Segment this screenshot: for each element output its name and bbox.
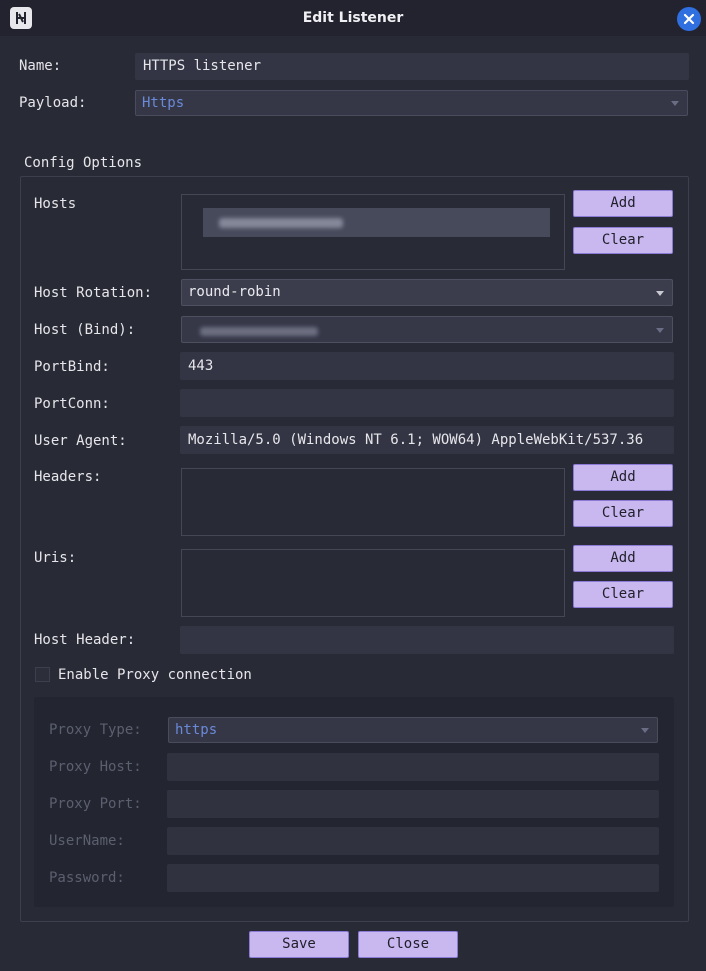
uris-add-button[interactable]: Add xyxy=(573,545,673,572)
port-conn-label: PortConn: xyxy=(34,396,110,412)
port-bind-input[interactable]: 443 xyxy=(180,352,674,380)
chevron-down-icon xyxy=(656,290,664,296)
close-window-button[interactable] xyxy=(677,7,701,31)
headers-label: Headers: xyxy=(34,469,102,485)
proxy-username-label: UserName: xyxy=(49,833,125,849)
host-bind-label: Host (Bind): xyxy=(34,322,136,338)
user-agent-label: User Agent: xyxy=(34,433,127,449)
uris-list[interactable] xyxy=(181,549,565,617)
host-header-input[interactable] xyxy=(180,626,674,654)
proxy-host-label: Proxy Host: xyxy=(49,759,142,775)
proxy-type-select[interactable]: https xyxy=(168,717,658,743)
proxy-port-label: Proxy Port: xyxy=(49,796,142,812)
host-header-label: Host Header: xyxy=(34,632,136,648)
proxy-type-selected-value: https xyxy=(175,722,218,738)
proxy-password-label: Password: xyxy=(49,870,125,886)
redacted-bind-address xyxy=(200,327,318,336)
name-label: Name: xyxy=(19,58,62,74)
headers-list[interactable] xyxy=(181,468,565,536)
proxy-type-label: Proxy Type: xyxy=(49,722,142,738)
host-list-item[interactable] xyxy=(203,208,550,237)
enable-proxy-checkbox[interactable] xyxy=(35,667,50,682)
chevron-down-icon xyxy=(641,728,649,733)
uris-label: Uris: xyxy=(34,550,77,566)
payload-selected-value: Https xyxy=(142,95,185,111)
enable-proxy-label[interactable]: Enable Proxy connection xyxy=(58,667,252,683)
uris-clear-button[interactable]: Clear xyxy=(573,581,673,608)
chevron-down-icon xyxy=(671,101,679,106)
proxy-username-input[interactable] xyxy=(167,827,659,855)
hosts-label: Hosts xyxy=(34,196,77,212)
headers-clear-button[interactable]: Clear xyxy=(573,500,673,527)
config-options-title: Config Options xyxy=(24,155,143,171)
close-button[interactable]: Close xyxy=(358,931,458,958)
save-button[interactable]: Save xyxy=(249,931,349,958)
port-conn-input[interactable] xyxy=(180,389,674,417)
headers-add-button[interactable]: Add xyxy=(573,464,673,491)
close-icon xyxy=(683,13,695,25)
proxy-port-input[interactable] xyxy=(167,790,659,818)
proxy-password-input[interactable] xyxy=(167,864,659,892)
name-input[interactable]: HTTPS listener xyxy=(135,53,689,80)
payload-select[interactable]: Https xyxy=(135,90,688,116)
host-rotation-select[interactable]: round-robin xyxy=(181,279,673,306)
hosts-add-button[interactable]: Add xyxy=(573,190,673,217)
chevron-down-icon xyxy=(656,327,664,333)
user-agent-input[interactable]: Mozilla/5.0 (Windows NT 6.1; WOW64) Appl… xyxy=(180,426,674,454)
payload-label: Payload: xyxy=(19,95,87,111)
host-rotation-label: Host Rotation: xyxy=(34,285,153,301)
title-bar: Edit Listener xyxy=(0,0,706,36)
host-rotation-selected-value: round-robin xyxy=(188,284,281,300)
host-bind-select[interactable] xyxy=(181,316,673,343)
redacted-host xyxy=(219,218,343,228)
window-title: Edit Listener xyxy=(302,10,404,26)
hosts-clear-button[interactable]: Clear xyxy=(573,227,673,254)
proxy-host-input[interactable] xyxy=(167,753,659,781)
port-bind-label: PortBind: xyxy=(34,359,110,375)
